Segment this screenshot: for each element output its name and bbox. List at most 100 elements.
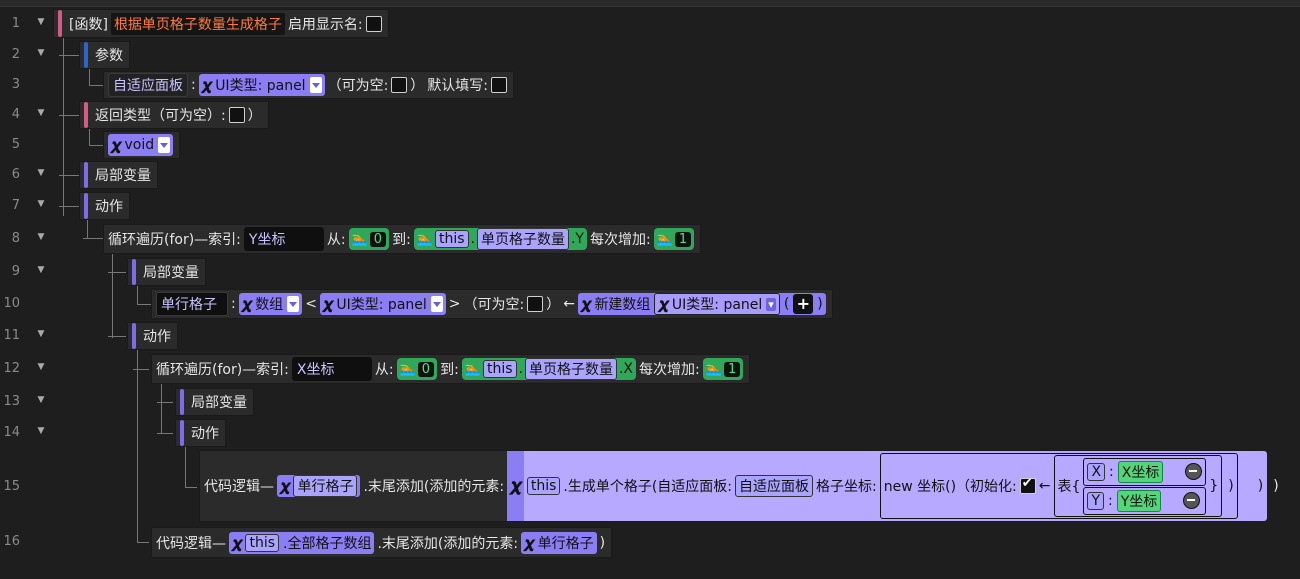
to-value-pill[interactable]: 🏊 this . 单页格子数量 .X (461, 358, 637, 380)
tree-line (89, 145, 103, 146)
var-type-pill[interactable]: 𝝌 数组 (238, 293, 303, 315)
this-member-pill[interactable]: 𝝌 this .全部格子数组 (229, 531, 375, 554)
dropdown-icon[interactable] (430, 296, 443, 312)
add-element-button[interactable]: + (793, 294, 814, 314)
param-type-label: UI类型: panel (215, 78, 306, 94)
line-number: 5 (11, 137, 20, 152)
line-number: 16 (3, 534, 20, 549)
target-ref-pill[interactable]: 𝝌 单行格子 (277, 475, 361, 497)
to-value-pill[interactable]: 🏊 this . 单页格子数量 .Y (413, 228, 587, 250)
this-ref[interactable]: this (434, 230, 469, 248)
for-loop-y[interactable]: 循环遍历(for)—索引: Y坐标 从: 🏊 0 到: 🏊 this . 单页格… (103, 224, 702, 254)
collapse-toggle-icon[interactable]: ▼ (35, 265, 47, 275)
actions-section[interactable]: 动作 (127, 322, 178, 350)
var-declaration[interactable]: 单行格子 : 𝝌 数组 < 𝝌 UI类型: panel > （可为空: ） ← … (151, 289, 833, 319)
panel-arg[interactable]: 自适应面板 (735, 475, 814, 497)
param-name[interactable]: 自适应面板 (108, 73, 188, 97)
from-value[interactable]: 0 (417, 361, 435, 377)
inner-type-pill[interactable]: 𝝌 UI类型: panel (319, 293, 446, 315)
local-vars-section[interactable]: 局部变量 (79, 161, 158, 189)
collapse-toggle-icon[interactable]: ▼ (35, 426, 47, 436)
table-entry-x[interactable]: X : X坐标 (1083, 457, 1207, 486)
remove-entry-icon[interactable] (1185, 463, 1203, 480)
x-value[interactable]: X坐标 (1117, 460, 1164, 483)
collapse-toggle-icon[interactable]: ▼ (35, 17, 47, 27)
target-var[interactable]: 单行格子 (293, 475, 358, 497)
line-number: 11 (3, 328, 20, 343)
y-key[interactable]: Y (1087, 491, 1104, 510)
step-value[interactable]: 1 (723, 361, 741, 377)
collapse-toggle-icon[interactable]: ▼ (35, 199, 47, 209)
close-paren: ) (817, 296, 823, 312)
paren-label: ( (783, 296, 790, 312)
code-logic-append-row[interactable]: 代码逻辑— 𝝌 单行格子 .末尾添加(添加的元素: 𝝌 this .生成单个格子… (199, 450, 1279, 522)
actions-section[interactable]: 动作 (79, 192, 130, 220)
dropdown-icon[interactable] (287, 296, 300, 312)
table-entry-y[interactable]: Y : Y坐标 (1083, 486, 1207, 515)
function-name[interactable]: 根据单页格子数量生成格子 (110, 12, 285, 35)
new-coord-block[interactable]: new 坐标()（初始化: ← 表{ X : X坐标 Y : Y (879, 453, 1238, 519)
from-label: 从: (374, 362, 394, 378)
params-section[interactable]: 参数 (79, 41, 130, 69)
local-vars-label: 局部变量 (95, 168, 151, 184)
new-array-type-pill[interactable]: 𝝌 UI类型: panel ▾ (654, 293, 780, 315)
return-type-pill[interactable]: 𝝌 void (108, 134, 174, 156)
collapse-toggle-icon[interactable]: ▼ (35, 48, 47, 58)
actions-section[interactable]: 动作 (175, 419, 226, 447)
x-key[interactable]: X (1087, 462, 1106, 481)
collapse-toggle-icon[interactable]: ▼ (35, 108, 47, 118)
step-value-pill[interactable]: 🏊 1 (702, 358, 744, 380)
param-type-pill[interactable]: 𝝌 UI类型: panel (198, 74, 325, 96)
for-label: 循环遍历(for)—索引: (156, 362, 289, 378)
function-header[interactable]: [函数] 根据单页格子数量生成格子 启用显示名: (53, 9, 389, 38)
type-x-icon: 𝝌 (322, 295, 333, 313)
collapse-toggle-icon[interactable]: ▼ (35, 232, 47, 242)
return-nullable-checkbox[interactable] (228, 107, 245, 123)
local-vars-section[interactable]: 局部变量 (175, 388, 254, 416)
dropdown-icon[interactable]: ▾ (766, 297, 776, 311)
append-arg-block[interactable]: 𝝌 this .生成单个格子(自适应面板: 自适应面板 格子坐标: new 坐标… (507, 451, 1268, 521)
from-value[interactable]: 0 (369, 231, 387, 247)
arg-pill[interactable]: 𝝌 单行格子 (521, 531, 597, 554)
collapse-toggle-icon[interactable]: ▼ (35, 395, 47, 405)
step-value[interactable]: 1 (674, 231, 692, 247)
nullable-checkbox[interactable] (391, 77, 408, 93)
init-checkbox[interactable] (1019, 476, 1036, 494)
collapse-toggle-icon[interactable]: ▼ (35, 362, 47, 372)
for-loop-x[interactable]: 循环遍历(for)—索引: X坐标 从: 🏊 0 到: 🏊 this . 单页格… (151, 354, 751, 384)
actions-label: 动作 (143, 329, 171, 345)
from-value-pill[interactable]: 🏊 0 (396, 358, 438, 380)
show-name-checkbox[interactable] (365, 15, 382, 32)
param-row[interactable]: 自适应面板 : 𝝌 UI类型: panel （可为空: ） 默认填写: (103, 71, 515, 99)
nullable-end: ） (410, 78, 425, 94)
member-ref[interactable]: 单页格子数量 (524, 358, 617, 380)
table-close: } (1209, 478, 1219, 494)
return-close: ） (247, 108, 262, 124)
dropdown-icon[interactable] (158, 137, 171, 153)
from-value-pill[interactable]: 🏊 0 (348, 228, 390, 250)
return-type-section[interactable]: 返回类型（可为空）: ） (79, 101, 269, 129)
step-value-pill[interactable]: 🏊 1 (653, 228, 695, 250)
member-ref[interactable]: 单页格子数量 (476, 228, 569, 250)
dropdown-icon[interactable] (309, 77, 322, 93)
this-ref[interactable]: this (245, 533, 280, 552)
return-type-row[interactable]: 𝝌 void (103, 131, 181, 159)
number-icon: 🏊 (399, 361, 416, 377)
y-value[interactable]: Y坐标 (1116, 489, 1162, 512)
local-vars-section[interactable]: 局部变量 (127, 258, 206, 286)
remove-entry-icon[interactable] (1183, 492, 1201, 509)
collapse-toggle-icon[interactable]: ▼ (35, 329, 47, 339)
collapse-toggle-icon[interactable]: ▼ (35, 168, 47, 178)
to-label: 到: (440, 362, 459, 378)
this-ref[interactable]: this (482, 360, 517, 378)
for-index-name[interactable]: X坐标 (291, 357, 372, 381)
code-logic-append-all[interactable]: 代码逻辑— 𝝌 this .全部格子数组 .末尾添加(添加的元素: 𝝌 单行格子… (151, 527, 613, 558)
this-ref[interactable]: this (526, 477, 561, 495)
default-checkbox[interactable] (491, 77, 508, 93)
code-logic-prefix: 代码逻辑— (204, 479, 274, 495)
var-name[interactable]: 单行格子 (156, 292, 228, 316)
nullable-checkbox[interactable] (527, 296, 544, 312)
for-index-name[interactable]: Y坐标 (243, 227, 324, 251)
table-block[interactable]: 表{ X : X坐标 Y : Y坐标} (1053, 455, 1223, 517)
new-array-pill[interactable]: 𝝌 新建数组 𝝌 UI类型: panel ▾ ( + ) (577, 293, 826, 315)
